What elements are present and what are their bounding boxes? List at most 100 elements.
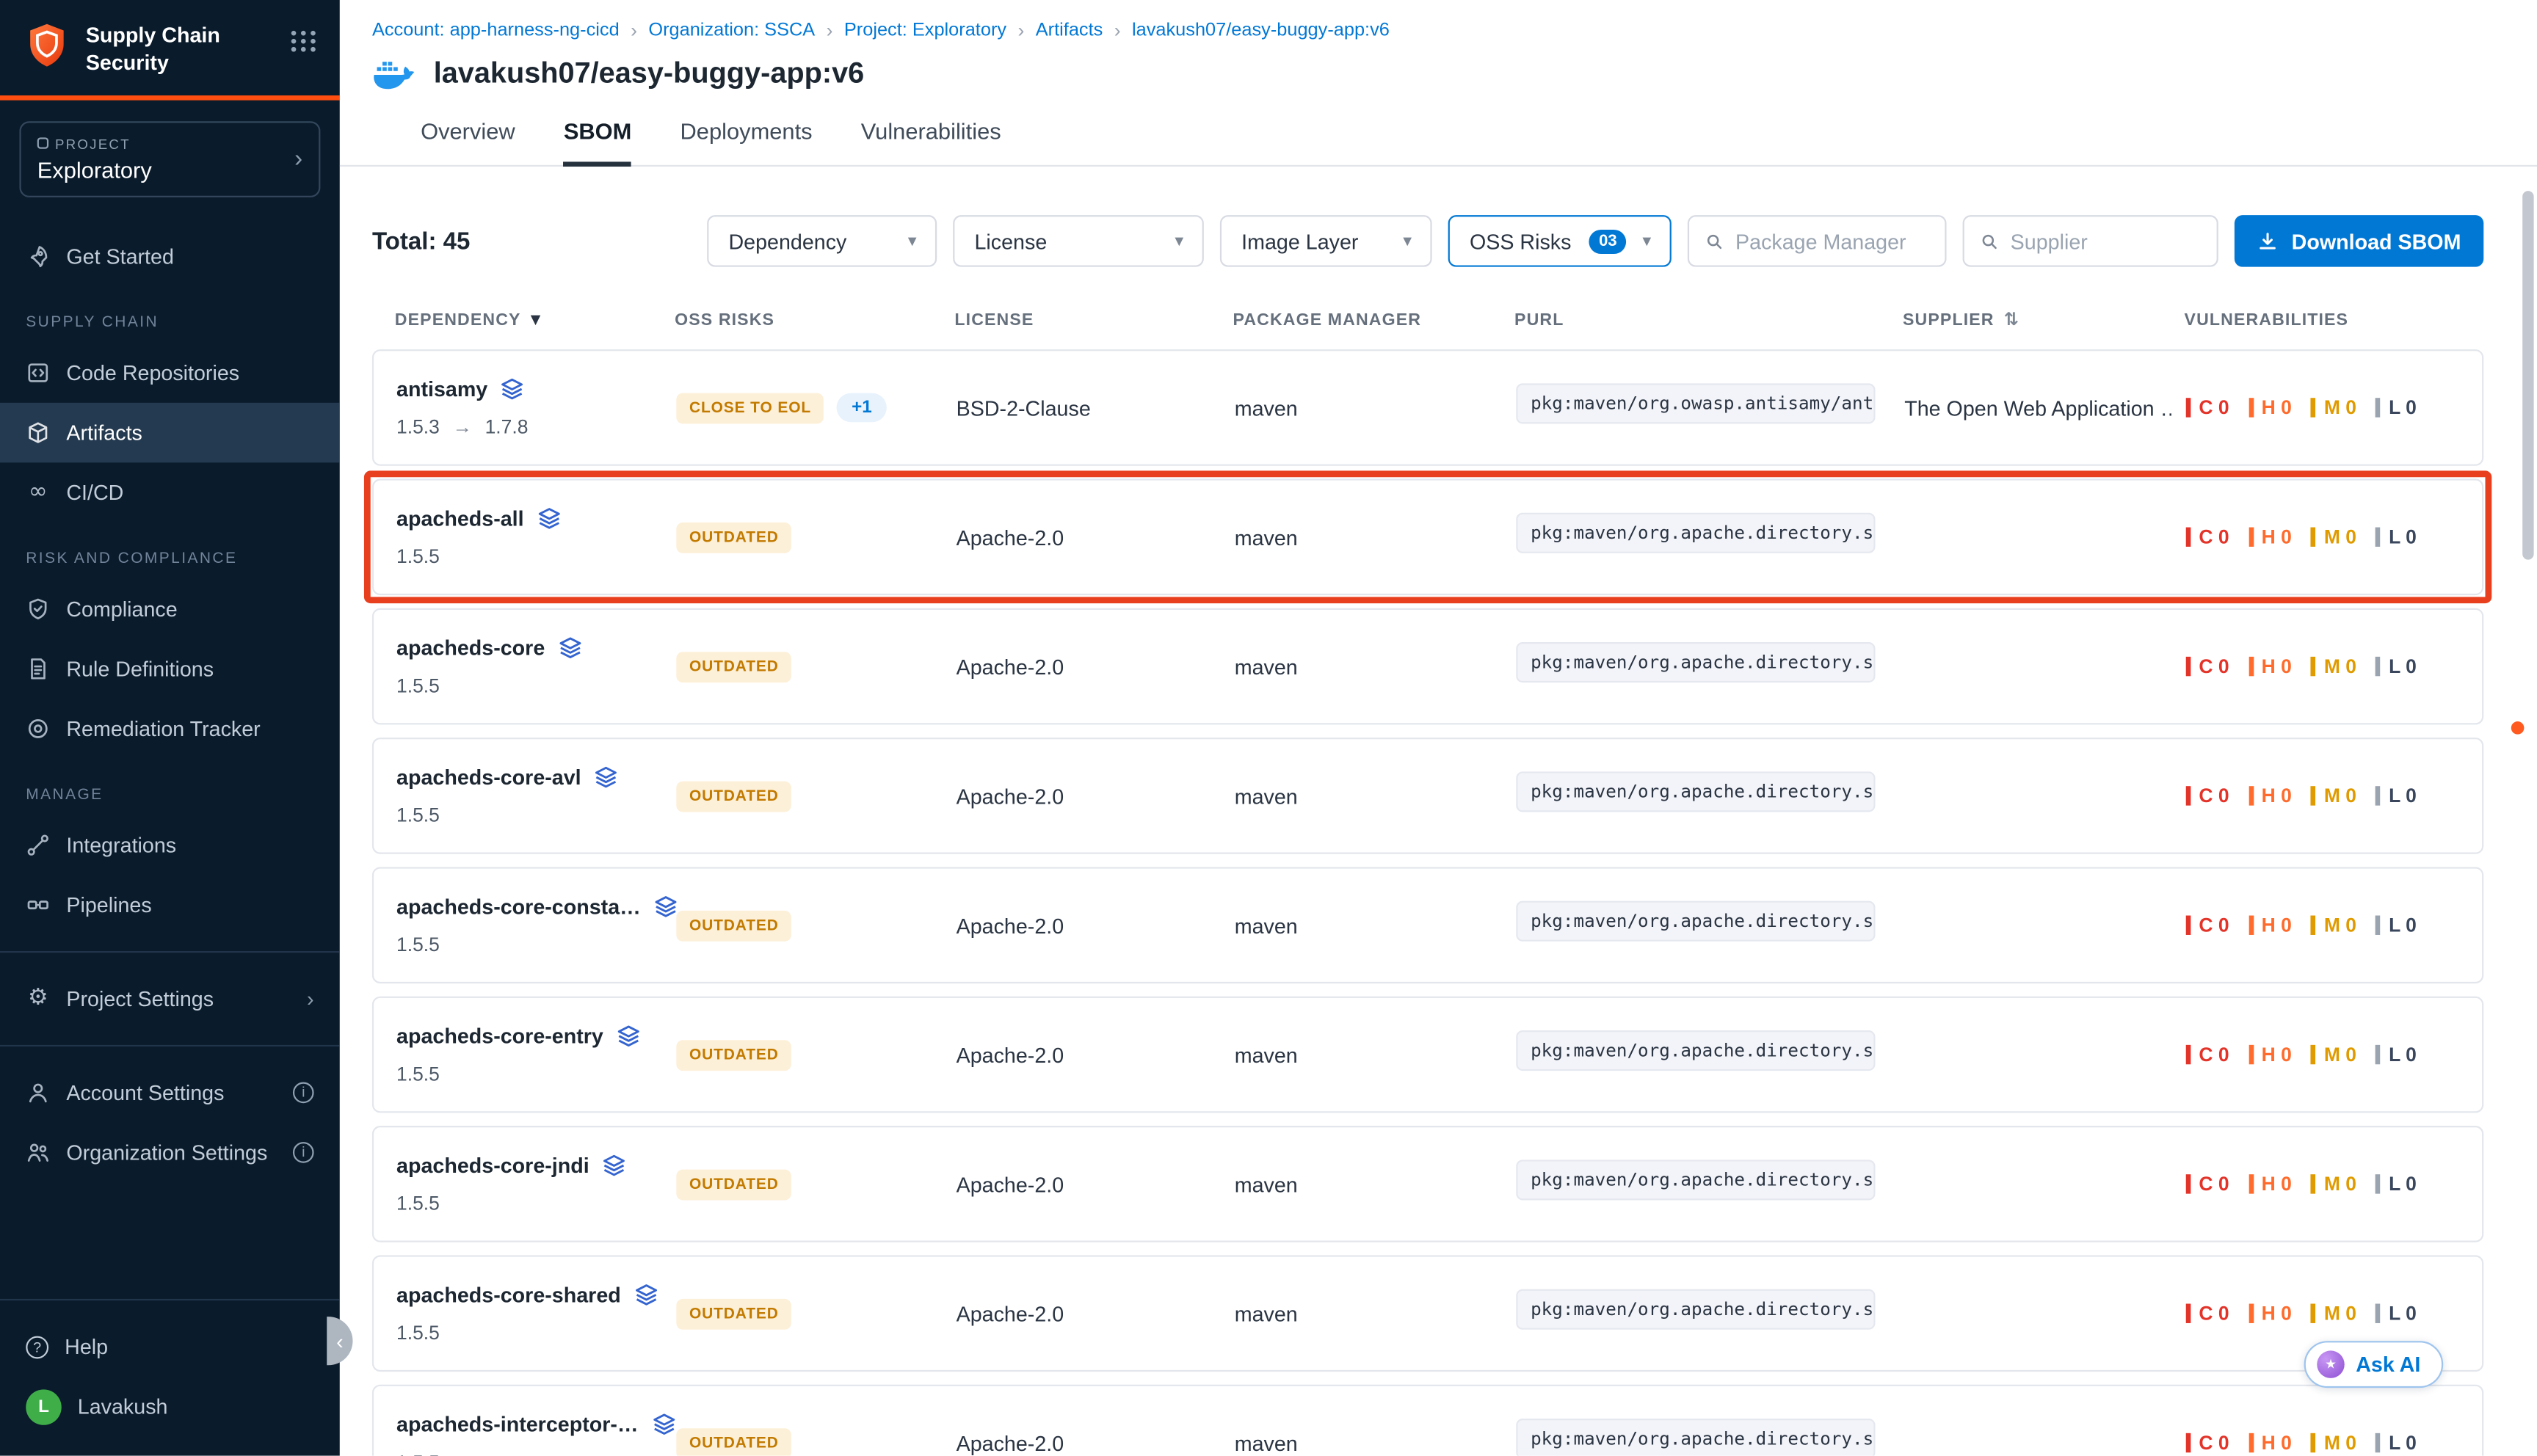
column-header-supplier[interactable]: SUPPLIER ⇅	[1903, 309, 2185, 330]
supplier-search	[1963, 215, 2218, 267]
risk-badge: OUTDATED	[676, 780, 791, 811]
sidebar-item-pipelines[interactable]: Pipelines	[0, 875, 340, 935]
vulnerability-counts: C 0H 0M 0L 0	[2186, 1433, 2482, 1452]
vertical-scrollbar-thumb[interactable]	[2522, 191, 2533, 560]
license-value: Apache-2.0	[957, 525, 1235, 549]
table-row[interactable]: antisamy 1.5.3→1.7.8 CLOSE TO EOL+1 BSD-…	[372, 349, 2483, 466]
sidebar-item-artifacts[interactable]: Artifacts	[0, 402, 340, 462]
layers-icon	[634, 1283, 658, 1307]
column-header-dependency[interactable]: DEPENDENCY ▼	[395, 309, 675, 330]
dependency-name: apacheds-core-consta…	[396, 895, 641, 919]
dependency-name: apacheds-core-jndi	[396, 1154, 589, 1178]
account-icon	[26, 1080, 50, 1104]
package-manager-search-input[interactable]	[1735, 229, 1929, 253]
supplier-search-input[interactable]	[2011, 229, 2202, 253]
purl-value: pkg:maven/org.apache.directory.s…	[1516, 901, 1875, 942]
dependency-cell: antisamy 1.5.3→1.7.8	[396, 377, 676, 439]
ask-ai-button[interactable]: ★ Ask AI	[2304, 1341, 2444, 1388]
breadcrumb-artifacts[interactable]: Artifacts	[1036, 21, 1103, 40]
column-header-purl: PURL	[1514, 309, 1903, 330]
package-manager-value: maven	[1235, 1301, 1517, 1325]
package-manager-value: maven	[1235, 525, 1517, 549]
sidebar-item-compliance[interactable]: Compliance	[0, 579, 340, 639]
sidebar-item-organization-settings[interactable]: Organization Settings i	[0, 1122, 340, 1182]
table-row[interactable]: apacheds-core 1.5.5 OUTDATED Apache-2.0 …	[372, 608, 2483, 725]
sidebar-item-help[interactable]: ? Help	[0, 1317, 340, 1377]
vuln-count: L 0	[2376, 916, 2416, 935]
sidebar: Supply Chain Security PROJECT Explorator…	[0, 0, 340, 1456]
sidebar-item-code-repositories[interactable]: Code Repositories	[0, 343, 340, 403]
oss-risk-badges: OUTDATED	[676, 522, 956, 553]
table-body: antisamy 1.5.3→1.7.8 CLOSE TO EOL+1 BSD-…	[372, 349, 2483, 1456]
sidebar-item-rule-definitions[interactable]: Rule Definitions	[0, 638, 340, 699]
table-row[interactable]: apacheds-core-shared 1.5.5 OUTDATED Apac…	[372, 1255, 2483, 1372]
sidebar-item-project-settings[interactable]: ⚙ Project Settings ›	[0, 969, 340, 1029]
dependency-version: 1.5.5	[396, 804, 676, 826]
info-icon: i	[293, 1142, 314, 1163]
purl-value: pkg:maven/org.apache.directory.s…	[1516, 1160, 1875, 1200]
project-info: PROJECT Exploratory	[37, 136, 294, 183]
tab-sbom[interactable]: SBOM	[564, 118, 632, 165]
app-launcher-icon[interactable]	[291, 21, 317, 52]
vulnerability-counts: C 0H 0M 0L 0	[2186, 657, 2482, 676]
license-filter-dropdown[interactable]: License ▼	[954, 215, 1205, 267]
breadcrumb-artifact-name[interactable]: lavakush07/easy-buggy-app:v6	[1132, 21, 1390, 40]
pipelines-icon	[26, 892, 50, 917]
repository-icon	[26, 360, 50, 385]
table-row[interactable]: apacheds-core-entry 1.5.5 OUTDATED Apach…	[372, 997, 2483, 1113]
oss-risk-badges: OUTDATED	[676, 780, 956, 811]
purl-value: pkg:maven/org.owasp.antisamy/ant…	[1516, 383, 1875, 423]
tab-vulnerabilities[interactable]: Vulnerabilities	[861, 118, 1001, 165]
project-selector[interactable]: PROJECT Exploratory ›	[19, 121, 320, 197]
download-icon	[2257, 230, 2279, 252]
vuln-count: M 0	[2311, 1304, 2356, 1323]
vuln-count: H 0	[2249, 1304, 2292, 1323]
search-icon	[1706, 230, 1724, 252]
layers-icon	[602, 1154, 626, 1178]
breadcrumb-account[interactable]: Account: app-harness-ng-cicd	[372, 21, 620, 40]
dependency-filter-dropdown[interactable]: Dependency ▼	[708, 215, 937, 267]
table-row[interactable]: apacheds-core-consta… 1.5.5 OUTDATED Apa…	[372, 867, 2483, 983]
vuln-count: M 0	[2311, 1174, 2356, 1193]
sidebar-item-cicd[interactable]: ∞ CI/CD	[0, 462, 340, 523]
purl-value: pkg:maven/org.apache.directory.s…	[1516, 513, 1875, 553]
vuln-count: H 0	[2249, 1174, 2292, 1193]
table-row[interactable]: apacheds-all 1.5.5 OUTDATED Apache-2.0 m…	[372, 478, 2483, 595]
total-count: Total: 45	[372, 228, 471, 255]
user-menu[interactable]: L Lavakush	[0, 1377, 340, 1437]
chevron-down-icon: ▼	[1172, 233, 1187, 249]
purl-value: pkg:maven/org.apache.directory.s…	[1516, 642, 1875, 682]
tab-overview[interactable]: Overview	[421, 118, 515, 165]
dependency-cell: apacheds-all 1.5.5	[396, 506, 676, 568]
vulnerability-counts: C 0H 0M 0L 0	[2186, 916, 2482, 935]
table-row[interactable]: apacheds-core-jndi 1.5.5 OUTDATED Apache…	[372, 1126, 2483, 1242]
sidebar-item-get-started[interactable]: Get Started	[0, 226, 340, 286]
sidebar-item-remediation-tracker[interactable]: Remediation Tracker	[0, 699, 340, 759]
table-row[interactable]: apacheds-core-avl 1.5.5 OUTDATED Apache-…	[372, 738, 2483, 854]
organization-icon	[26, 1140, 50, 1164]
breadcrumb-organization[interactable]: Organization: SSCA	[648, 21, 815, 40]
vuln-count: C 0	[2186, 528, 2229, 547]
oss-risks-filter-dropdown[interactable]: OSS Risks 03 ▼	[1448, 215, 1672, 267]
risk-badge: OUTDATED	[676, 1039, 791, 1070]
vuln-count: C 0	[2186, 1045, 2229, 1064]
download-sbom-button[interactable]: Download SBOM	[2235, 215, 2483, 267]
layers-icon	[558, 636, 582, 660]
sidebar-item-account-settings[interactable]: Account Settings i	[0, 1063, 340, 1123]
license-value: Apache-2.0	[957, 1431, 1235, 1455]
column-header-oss-risks: OSS RISKS	[675, 309, 954, 330]
breadcrumb-project[interactable]: Project: Exploratory	[844, 21, 1006, 40]
image-layer-filter-dropdown[interactable]: Image Layer ▼	[1221, 215, 1433, 267]
sidebar-item-integrations[interactable]: Integrations	[0, 815, 340, 875]
oss-risk-badges: OUTDATED	[676, 1427, 956, 1456]
vuln-count: H 0	[2249, 398, 2292, 417]
table-row[interactable]: apacheds-interceptor-… 1.5.5 OUTDATED Ap…	[372, 1385, 2483, 1456]
vuln-count: C 0	[2186, 916, 2229, 935]
dependency-version: 1.5.5	[396, 1322, 676, 1344]
dependency-cell: apacheds-core-jndi 1.5.5	[396, 1154, 676, 1215]
dependency-cell: apacheds-core-entry 1.5.5	[396, 1024, 676, 1085]
layers-icon	[653, 895, 678, 919]
risk-badge: OUTDATED	[676, 1168, 791, 1199]
filter-count-badge: 03	[1589, 229, 1627, 253]
tab-deployments[interactable]: Deployments	[680, 118, 813, 165]
